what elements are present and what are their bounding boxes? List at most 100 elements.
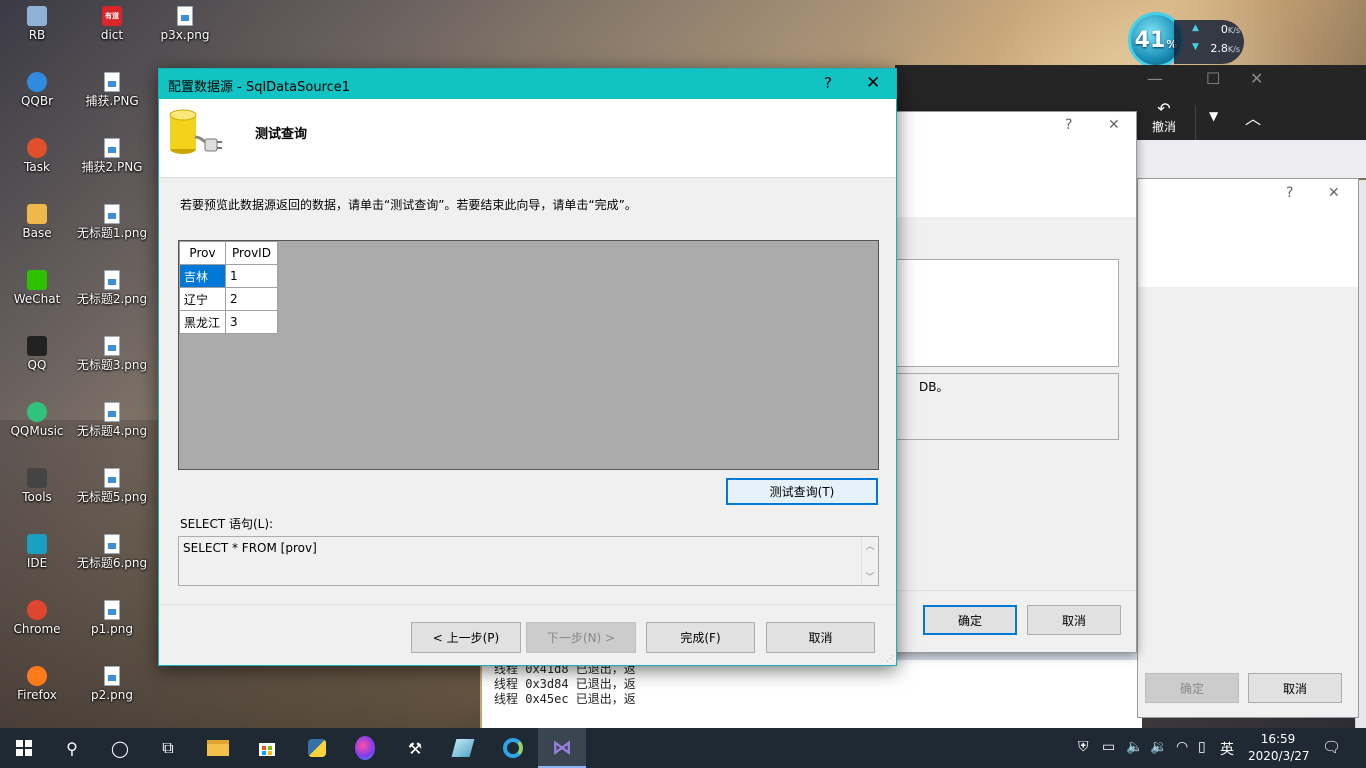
desktop-icon[interactable]: IDE xyxy=(0,528,74,588)
dropdown-arrow-icon[interactable]: ▼ xyxy=(1209,109,1218,123)
help-icon[interactable]: ? xyxy=(1065,117,1072,133)
ok-button[interactable]: 确定 xyxy=(1145,673,1239,703)
desktop-icon[interactable]: Firefox xyxy=(0,660,74,720)
configure-datasource-dialog: 配置数据源 - SqlDataSource1 ? ✕ 测试查询 若要预览此数据源… xyxy=(158,68,897,666)
table-cell-selected[interactable]: 吉林 xyxy=(179,264,226,288)
desktop-icon-label: Firefox xyxy=(17,688,57,702)
previous-button[interactable]: < 上一步(P) xyxy=(411,622,521,653)
desktop-icon[interactable]: RB xyxy=(0,0,74,60)
minimize-icon[interactable]: — xyxy=(1147,69,1163,88)
table-cell[interactable]: 黑龙江 xyxy=(179,310,226,334)
desktop-icon-label: 无标题6.png xyxy=(76,556,148,570)
desktop-icon[interactable]: p2.png xyxy=(75,660,149,720)
desktop-icon[interactable]: 有道 dict xyxy=(75,0,149,60)
desktop-icon[interactable]: 无标题2.png xyxy=(75,264,149,324)
select-statement-label: SELECT 语句(L): xyxy=(180,517,274,531)
notification-center-icon[interactable]: 🗨 xyxy=(1322,738,1341,756)
network-speed-widget[interactable]: 41% ▲ 0K/s ▼ 2.8K/s xyxy=(1126,10,1246,70)
ok-button[interactable]: 确定 xyxy=(923,605,1017,635)
desktop-icon[interactable]: QQ xyxy=(0,330,74,390)
desktop-icon-label: Tools xyxy=(22,490,52,504)
task-view-icon[interactable]: ⧉ xyxy=(144,728,192,768)
results-table[interactable]: Prov ProvID 吉林 1 辽宁 2 黑龙江 3 xyxy=(179,241,278,334)
task-app-icon xyxy=(27,138,47,158)
desktop-icon[interactable]: QQMusic xyxy=(0,396,74,456)
store-icon[interactable] xyxy=(243,728,291,768)
security-shield-icon[interactable]: ⛨ xyxy=(1078,739,1089,755)
maximize-icon[interactable]: ☐ xyxy=(1206,69,1220,88)
desktop-icon[interactable]: WeChat xyxy=(0,264,74,324)
help-icon[interactable]: ? xyxy=(824,74,832,92)
close-icon[interactable]: ✕ xyxy=(1328,185,1340,201)
undo-button[interactable]: ↶ 撤消 xyxy=(1152,99,1176,135)
desktop-icon[interactable]: 无标题3.png xyxy=(75,330,149,390)
tool-icon[interactable]: ⚒ xyxy=(391,728,439,768)
collapse-ribbon-icon[interactable]: ︿ xyxy=(1245,105,1261,129)
desktop-icon[interactable]: 无标题1.png xyxy=(75,198,149,258)
paint-icon[interactable] xyxy=(341,728,389,768)
resize-grip-icon[interactable]: ⋰ xyxy=(886,654,894,663)
python-icon[interactable] xyxy=(293,728,341,768)
table-cell[interactable]: 辽宁 xyxy=(179,287,226,311)
qq-music-icon xyxy=(27,402,47,422)
clock[interactable]: 16:59 2020/3/27 xyxy=(1248,731,1310,765)
undo-icon: ↶ xyxy=(1157,99,1171,118)
results-grid[interactable]: Prov ProvID 吉林 1 辽宁 2 黑龙江 3 xyxy=(178,240,879,470)
desktop-icon[interactable]: QQBr xyxy=(0,66,74,126)
column-header-provid[interactable]: ProvID xyxy=(225,241,278,265)
ide-icon xyxy=(27,534,47,554)
cancel-button[interactable]: 取消 xyxy=(1027,605,1121,635)
device-icon[interactable]: ▭ xyxy=(1102,739,1115,755)
search-icon[interactable]: ⚲ xyxy=(48,728,96,768)
cortana-icon[interactable]: ◯ xyxy=(96,728,144,768)
next-button[interactable]: 下一步(N) > xyxy=(526,622,636,653)
title-bar[interactable]: 配置数据源 - SqlDataSource1 ? ✕ xyxy=(159,69,896,99)
wifi-icon[interactable]: ◠ xyxy=(1176,739,1188,755)
recycle-bin-icon xyxy=(27,6,47,26)
edge-icon[interactable] xyxy=(489,728,537,768)
column-header-prov[interactable]: Prov xyxy=(179,241,226,265)
cancel-button[interactable]: 取消 xyxy=(766,622,875,653)
desktop-icon[interactable]: Task xyxy=(0,132,74,192)
scroll-up-icon[interactable]: ︿ xyxy=(862,539,878,552)
desktop-icon[interactable]: Chrome xyxy=(0,594,74,654)
table-cell[interactable]: 1 xyxy=(225,264,278,288)
close-icon[interactable]: ✕ xyxy=(1250,69,1263,88)
desktop-icon[interactable]: 无标题5.png xyxy=(75,462,149,522)
desktop-icon-label: 无标题1.png xyxy=(76,226,148,240)
desktop-icon[interactable]: 无标题6.png xyxy=(75,528,149,588)
scroll-down-icon[interactable]: ﹀ xyxy=(862,570,878,583)
finish-button[interactable]: 完成(F) xyxy=(646,622,755,653)
windows-start-icon[interactable] xyxy=(0,728,48,768)
desktop-icon[interactable]: 捕获.PNG xyxy=(75,66,149,126)
desktop-icon[interactable]: Base xyxy=(0,198,74,258)
desktop-icon[interactable]: 无标题4.png xyxy=(75,396,149,456)
close-icon[interactable]: ✕ xyxy=(866,73,880,93)
list-box[interactable] xyxy=(896,259,1119,367)
database-icon xyxy=(169,109,222,154)
table-row[interactable]: 黑龙江 3 xyxy=(179,310,278,334)
select-statement-box[interactable]: SELECT * FROM [prov] ︿ ﹀ xyxy=(178,536,879,586)
visual-studio-icon[interactable]: ⋈ xyxy=(538,728,586,768)
glass-icon[interactable] xyxy=(439,728,487,768)
table-row[interactable]: 吉林 1 xyxy=(179,264,278,288)
desktop-icon[interactable]: 捕获2.PNG xyxy=(75,132,149,192)
desktop-icon[interactable]: p3x.png xyxy=(148,0,222,60)
speaker-mute-icon[interactable]: 🔈 xyxy=(1126,739,1143,755)
help-icon[interactable]: ? xyxy=(1286,185,1293,201)
table-row[interactable]: 辽宁 2 xyxy=(179,287,278,311)
close-icon[interactable]: ✕ xyxy=(1108,117,1120,133)
desktop-icon[interactable]: Tools xyxy=(0,462,74,522)
test-query-button[interactable]: 测试查询(T) xyxy=(726,478,878,505)
desktop-icon-label: Base xyxy=(22,226,52,240)
output-line: 线程 0x3d84 已退出，返 xyxy=(494,677,636,691)
volume-icon[interactable]: 🔉 xyxy=(1150,739,1167,755)
file-explorer-icon[interactable] xyxy=(194,728,242,768)
table-cell[interactable]: 3 xyxy=(225,310,278,334)
cancel-button[interactable]: 取消 xyxy=(1248,673,1342,703)
vertical-scrollbar[interactable]: ︿ ﹀ xyxy=(861,537,878,585)
input-language-indicator[interactable]: 英 xyxy=(1220,739,1234,759)
battery-icon[interactable]: ▯ xyxy=(1198,739,1206,755)
table-cell[interactable]: 2 xyxy=(225,287,278,311)
desktop-icon[interactable]: p1.png xyxy=(75,594,149,654)
